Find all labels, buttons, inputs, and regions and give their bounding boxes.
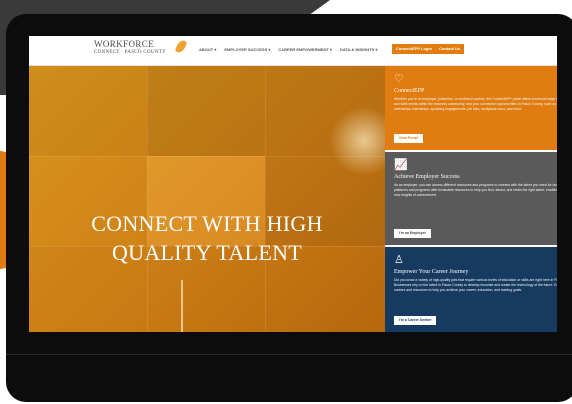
nav-employer-success[interactable]: EMPLOYER SUCCESS ▾ xyxy=(224,47,270,52)
hero-light-burst xyxy=(329,106,385,176)
site-header: WORKFORCE CONNECT · PASCO COUNTY ABOUT ▾… xyxy=(29,36,557,66)
card-description: Did you know a variety of high-quality j… xyxy=(394,278,557,292)
connectepp-card: ♡ ConnectEPP Whether you're an employer,… xyxy=(385,66,557,150)
logo-wordmark: WORKFORCE xyxy=(94,39,155,49)
employer-success-card: 📈 Achieve Employer Success As an employe… xyxy=(385,152,557,245)
view-portal-button[interactable]: View Portal xyxy=(394,134,423,143)
device-bezel-divider xyxy=(6,354,572,355)
hero-photo-tile xyxy=(29,66,147,156)
hero-headline-line-2: QUALITY TALENT xyxy=(111,240,302,265)
laptop-frame: WORKFORCE CONNECT · PASCO COUNTY ABOUT ▾… xyxy=(6,14,572,402)
person-icon: ♙ xyxy=(394,254,404,266)
heart-icon: ♡ xyxy=(394,73,404,85)
logo-tagline: CONNECT · PASCO COUNTY xyxy=(94,50,167,55)
nav-career-empowerment[interactable]: CAREER EMPOWERMENT ▾ xyxy=(278,47,332,52)
hero-headline: CONNECT WITH HIGH QUALITY TALENT xyxy=(29,209,385,267)
card-description: Whether you're an employer, jobseeker, o… xyxy=(394,97,557,111)
nav-about[interactable]: ABOUT ▾ xyxy=(199,47,216,52)
employer-button[interactable]: I'm an Employer xyxy=(394,229,431,238)
contact-us-button[interactable]: Contact Us xyxy=(435,44,465,54)
main-menu: ABOUT ▾ EMPLOYER SUCCESS ▾ CAREER EMPOWE… xyxy=(199,47,377,52)
flame-icon xyxy=(174,38,188,55)
website-screen: WORKFORCE CONNECT · PASCO COUNTY ABOUT ▾… xyxy=(29,36,557,332)
nav-data-insights[interactable]: DATA & INSIGHTS ▾ xyxy=(340,47,378,52)
card-title: Empower Your Career Journey xyxy=(394,269,469,275)
card-title: ConnectEPP xyxy=(394,88,425,94)
hero-photo-tile xyxy=(147,66,265,156)
hero-banner: CONNECT WITH HIGH QUALITY TALENT xyxy=(29,66,385,332)
portal-login-button[interactable]: ConnectEPP Login xyxy=(392,44,436,54)
hero-headline-line-1: CONNECT WITH HIGH xyxy=(91,211,323,236)
site-logo[interactable]: WORKFORCE CONNECT · PASCO COUNTY xyxy=(94,39,167,56)
hero-grid-line xyxy=(147,66,148,332)
hero-grid-line xyxy=(265,66,266,332)
hero-pole xyxy=(181,280,183,332)
career-seeker-button[interactable]: I'm a Career Seeker xyxy=(394,316,437,325)
chart-icon: 📈 xyxy=(394,159,408,171)
career-journey-card: ♙ Empower Your Career Journey Did you kn… xyxy=(385,247,557,332)
card-title: Achieve Employer Success xyxy=(394,174,460,180)
card-description: As an employer, you can access different… xyxy=(394,183,557,197)
